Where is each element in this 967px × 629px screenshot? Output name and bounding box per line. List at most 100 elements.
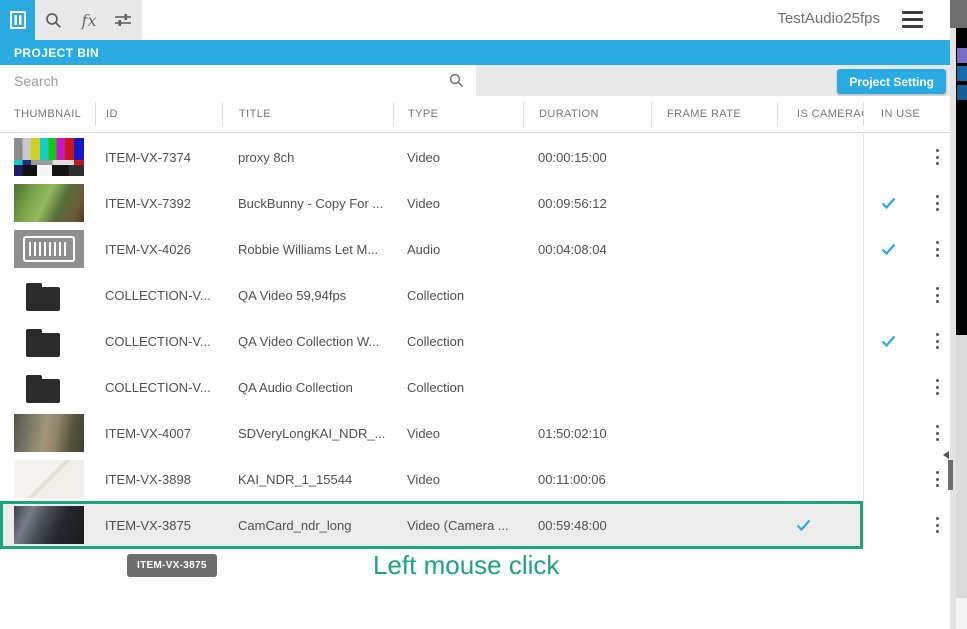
cell-thumbnail [0, 180, 95, 226]
row-menu-kebab-icon[interactable] [930, 333, 944, 349]
cell-title: QA Video 59,94fps [222, 272, 393, 318]
row-menu-kebab-icon[interactable] [930, 241, 944, 257]
cell-is-camera-card [777, 456, 863, 502]
row-menu-kebab-icon[interactable] [930, 425, 944, 441]
cell-is-camera-card [777, 410, 863, 456]
col-header-type[interactable]: TYPE [393, 102, 523, 126]
in-use-check-icon [881, 197, 896, 209]
settings-tab[interactable] [106, 0, 140, 40]
table-row[interactable]: ITEM-VX-4007 SDVeryLongKAI_NDR_... Video… [0, 410, 950, 456]
row-menu-kebab-icon[interactable] [930, 471, 944, 487]
window-title: TestAudio25fps [777, 10, 880, 27]
cell-thumbnail [0, 272, 95, 318]
background-corner-block [950, 0, 967, 28]
col-header-in-use[interactable]: IN USE [863, 102, 950, 126]
row-menu-kebab-icon[interactable] [930, 149, 944, 165]
col-header-duration[interactable]: DURATION [523, 102, 651, 126]
filmstrip-icon [10, 11, 26, 29]
cell-type: Collection [393, 364, 523, 410]
col-header-thumbnail[interactable]: THUMBNAIL [0, 102, 95, 126]
cell-is-camera-card [777, 502, 863, 548]
thumbnail-image [14, 138, 84, 176]
table-row[interactable]: COLLECTION-V... QA Audio Collection Coll… [0, 364, 950, 410]
cell-duration: 00:11:00:06 [523, 456, 651, 502]
cell-frame-rate [651, 272, 777, 318]
row-menu-kebab-icon[interactable] [930, 517, 944, 533]
cell-frame-rate [651, 456, 777, 502]
cell-title: proxy 8ch [222, 134, 393, 180]
cell-title: BuckBunny - Copy For ... [222, 180, 393, 226]
table-row[interactable]: ITEM-VX-7374 proxy 8ch Video 00:00:15:00 [0, 134, 950, 180]
table-row[interactable]: COLLECTION-V... QA Video 59,94fps Collec… [0, 272, 950, 318]
cell-is-camera-card [777, 226, 863, 272]
cell-is-camera-card [777, 134, 863, 180]
timeline-clip-blue [957, 66, 967, 81]
cell-title: QA Audio Collection [222, 364, 393, 410]
camera-card-check-icon [796, 519, 811, 531]
panel-header-bar: PROJECT BIN [0, 40, 950, 65]
cell-duration: 00:59:48:00 [523, 502, 651, 548]
cell-thumbnail [0, 502, 95, 548]
cell-type: Video [393, 410, 523, 456]
table-row[interactable]: ITEM-VX-4026 Robbie Williams Let M... Au… [0, 226, 950, 272]
project-bin-tab[interactable] [0, 0, 35, 40]
table-body: ITEM-VX-7374 proxy 8ch Video 00:00:15:00… [0, 134, 950, 548]
top-toolbar: fx TestAudio25fps [0, 0, 950, 40]
thumbnail-image [14, 368, 84, 406]
row-menu-kebab-icon[interactable] [930, 379, 944, 395]
cell-id: ITEM-VX-3898 [95, 456, 222, 502]
hamburger-menu-icon[interactable] [902, 11, 923, 28]
cell-thumbnail [0, 318, 95, 364]
cell-duration: 00:04:08:04 [523, 226, 651, 272]
cell-frame-rate [651, 180, 777, 226]
cell-is-camera-card [777, 180, 863, 226]
item-id-tooltip: ITEM-VX-3875 [127, 554, 217, 577]
col-header-id[interactable]: ID [95, 102, 222, 126]
cell-frame-rate [651, 364, 777, 410]
search-field-icon [449, 73, 464, 88]
thumbnail-image [14, 322, 84, 360]
sliders-icon [114, 12, 132, 28]
cell-id: COLLECTION-V... [95, 364, 222, 410]
cell-duration [523, 318, 651, 364]
effects-tab[interactable]: fx [72, 0, 106, 40]
cell-id: ITEM-VX-7392 [95, 180, 222, 226]
table-row[interactable]: COLLECTION-V... QA Video Collection W...… [0, 318, 950, 364]
background-sliver-footer [956, 598, 967, 629]
thumbnail-image [14, 460, 84, 498]
col-header-title[interactable]: TITLE [222, 102, 393, 126]
cell-duration: 00:00:15:00 [523, 134, 651, 180]
timeline-clip-darkblue [957, 85, 967, 100]
screen: fx TestAudio25fps PROJECT BIN [0, 0, 967, 629]
fx-icon: fx [82, 11, 97, 30]
search-box [0, 65, 476, 96]
cell-thumbnail [0, 134, 95, 180]
search-input[interactable] [0, 65, 476, 96]
cell-duration: 01:50:02:10 [523, 410, 651, 456]
background-app-sliver [956, 28, 967, 629]
table-row[interactable]: ITEM-VX-3875 CamCard_ndr_long Video (Cam… [0, 502, 950, 548]
row-menu-kebab-icon[interactable] [930, 287, 944, 303]
cell-is-camera-card [777, 318, 863, 364]
cell-is-camera-card [777, 364, 863, 410]
cell-duration [523, 272, 651, 318]
table-row[interactable]: ITEM-VX-7392 BuckBunny - Copy For ... Vi… [0, 180, 950, 226]
toolbar-icon-group: fx [0, 0, 142, 40]
project-setting-button[interactable]: Project Setting [837, 69, 946, 94]
cell-frame-rate [651, 226, 777, 272]
table-row[interactable]: ITEM-VX-3898 KAI_NDR_1_15544 Video 00:11… [0, 456, 950, 502]
cell-id: ITEM-VX-4007 [95, 410, 222, 456]
cell-id: COLLECTION-V... [95, 272, 222, 318]
col-header-frame-rate[interactable]: FRAME RATE [651, 102, 777, 126]
search-tab[interactable] [36, 0, 70, 40]
cell-duration: 00:09:56:12 [523, 180, 651, 226]
cell-type: Audio [393, 226, 523, 272]
cell-frame-rate [651, 318, 777, 364]
thumbnail-image [14, 184, 84, 222]
cell-id: ITEM-VX-4026 [95, 226, 222, 272]
cell-title: CamCard_ndr_long [222, 502, 393, 548]
row-menu-kebab-icon[interactable] [930, 195, 944, 211]
col-header-is-camera-card[interactable]: IS CAMERAC [777, 102, 863, 126]
cell-thumbnail [0, 456, 95, 502]
cell-id: ITEM-VX-7374 [95, 134, 222, 180]
